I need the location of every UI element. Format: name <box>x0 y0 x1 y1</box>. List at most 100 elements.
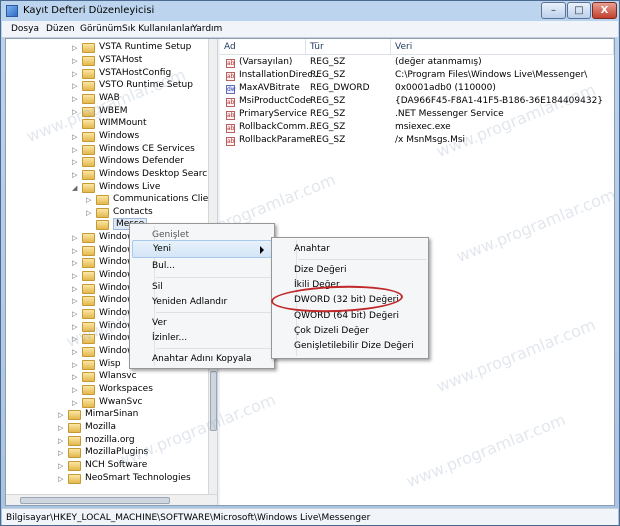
string-value-icon: ab <box>226 124 235 133</box>
regedit-window: Kayıt Defteri Düzenleyicisi – □ X Dosya … <box>0 0 620 526</box>
expand-icon[interactable]: ▷ <box>72 57 77 65</box>
submenu-item-key[interactable]: Anahtar <box>272 241 428 257</box>
menu-dosya[interactable]: Dosya <box>11 24 39 34</box>
expand-icon[interactable]: ▷ <box>72 158 77 166</box>
folder-icon <box>82 372 95 382</box>
folder-icon <box>68 474 81 484</box>
folder-icon <box>82 258 95 268</box>
expand-icon[interactable]: ▷ <box>72 171 77 179</box>
dword-value-icon: dw <box>226 85 236 94</box>
folder-icon <box>82 132 95 142</box>
menu-item-new[interactable]: Yeni <box>132 240 272 258</box>
folder-icon <box>96 220 109 230</box>
expand-icon[interactable]: ▷ <box>72 310 77 318</box>
folder-icon <box>68 410 81 420</box>
expand-icon[interactable]: ▷ <box>72 247 77 255</box>
menu-separator <box>156 348 272 349</box>
folder-icon <box>82 296 95 306</box>
expand-icon[interactable]: ▷ <box>86 209 91 217</box>
expand-icon[interactable]: ▷ <box>72 82 77 90</box>
folder-icon <box>68 423 81 433</box>
menu-item-permissions[interactable]: İzinler... <box>130 329 274 347</box>
expand-icon[interactable]: ▷ <box>58 475 63 483</box>
menu-gorunum[interactable]: Görünüm <box>80 24 122 34</box>
folder-icon <box>82 157 95 167</box>
folder-icon <box>96 195 109 205</box>
regedit-app-icon <box>6 5 18 17</box>
folder-icon <box>82 271 95 281</box>
expand-icon[interactable]: ▷ <box>72 259 77 267</box>
expand-icon[interactable]: ▷ <box>86 196 91 204</box>
expand-icon[interactable]: ▷ <box>72 272 77 280</box>
folder-icon <box>68 461 81 471</box>
expand-icon[interactable]: ▷ <box>58 437 63 445</box>
string-value-icon: ab <box>226 98 235 107</box>
folder-icon <box>82 246 95 256</box>
folder-icon <box>82 347 95 357</box>
expand-icon[interactable]: ▷ <box>72 70 77 78</box>
maximize-button[interactable]: □ <box>567 2 591 19</box>
expand-icon[interactable]: ▷ <box>58 424 63 432</box>
submenu-item-string-value[interactable]: Dize Değeri <box>272 262 428 278</box>
expand-icon[interactable]: ▷ <box>72 361 77 369</box>
folder-icon <box>82 43 95 53</box>
string-value-icon: ab <box>226 111 235 120</box>
menu-sik-kullanilanlar[interactable]: Sık Kullanılanlar <box>122 24 194 34</box>
expand-icon[interactable]: ▷ <box>72 297 77 305</box>
expand-icon[interactable]: ▷ <box>58 449 63 457</box>
folder-icon <box>82 233 95 243</box>
value-row[interactable]: ab (Varsayılan) REG_SZ (değer atanmamış) <box>220 57 614 69</box>
expand-icon[interactable]: ▷ <box>58 411 63 419</box>
string-value-icon: ab <box>226 59 235 68</box>
folder-open-icon <box>82 183 95 193</box>
expand-icon[interactable]: ▷ <box>72 146 77 154</box>
folder-icon <box>82 145 95 155</box>
folder-icon <box>82 360 95 370</box>
menu-item-rename[interactable]: Yeniden Adlandır <box>130 293 274 311</box>
expand-icon[interactable]: ▷ <box>72 373 77 381</box>
value-row[interactable]: ab RollbackParame... REG_SZ/x MsnMsgs.Msi <box>220 135 614 147</box>
folder-icon <box>82 170 95 180</box>
status-bar: Bilgisayar\HKEY_LOCAL_MACHINE\SOFTWARE\M… <box>2 508 618 525</box>
menu-item-find[interactable]: Bul... <box>130 257 274 275</box>
expand-icon[interactable]: ▷ <box>72 95 77 103</box>
submenu-item-multi-string-value[interactable]: Çok Dizeli Değer <box>272 323 428 339</box>
folder-icon <box>82 309 95 319</box>
window-title: Kayıt Defteri Düzenleyicisi <box>23 5 155 16</box>
menu-duzen[interactable]: Düzen <box>46 24 75 34</box>
expand-icon[interactable]: ▷ <box>72 133 77 141</box>
context-menu: Genişlet Yeni Bul... Sil Yeniden Adlandı… <box>129 223 275 369</box>
folder-icon <box>96 208 109 218</box>
expand-icon[interactable]: ▷ <box>72 386 77 394</box>
expand-icon[interactable]: ▷ <box>72 44 77 52</box>
expand-icon[interactable]: ▷ <box>72 399 77 407</box>
expand-icon[interactable]: ▷ <box>72 285 77 293</box>
column-header-data[interactable]: Veri <box>391 39 614 55</box>
expand-icon[interactable]: ▷ <box>72 234 77 242</box>
menu-item-copy-key-name[interactable]: Anahtar Adını Kopyala <box>130 350 274 368</box>
folder-icon <box>68 448 81 458</box>
tree-horizontal-scrollbar[interactable] <box>6 494 217 505</box>
collapse-icon[interactable]: ◢ <box>72 184 77 192</box>
folder-icon <box>82 56 95 66</box>
folder-icon <box>68 436 81 446</box>
folder-icon <box>82 284 95 294</box>
value-row[interactable]: ab InstallationDirec... REG_SZ C:\Program F… <box>220 70 614 82</box>
column-header-type[interactable]: Tür <box>306 39 391 55</box>
title-bar[interactable]: Kayıt Defteri Düzenleyicisi – □ X <box>1 1 619 21</box>
minimize-button[interactable]: – <box>541 2 566 19</box>
value-row[interactable]: ab RollbackComm... REG_SZ msiexec.exe <box>220 122 614 134</box>
expand-icon[interactable]: ▷ <box>58 462 63 470</box>
column-header-name[interactable]: Ad <box>220 39 306 55</box>
menu-bar: Dosya Düzen Görünüm Sık Kullanılanlar Ya… <box>2 21 618 38</box>
registry-path: Bilgisayar\HKEY_LOCAL_MACHINE\SOFTWARE\M… <box>6 513 371 523</box>
close-button[interactable]: X <box>592 2 617 19</box>
folder-icon <box>82 398 95 408</box>
menu-separator <box>156 312 272 313</box>
scrollbar-thumb[interactable] <box>20 497 170 504</box>
folder-icon <box>82 69 95 79</box>
menu-yardim[interactable]: Yardım <box>192 24 222 34</box>
submenu-item-expandable-string-value[interactable]: Genişletilebilir Dize Değeri <box>272 338 428 354</box>
folder-icon <box>82 385 95 395</box>
submenu-arrow-icon <box>260 246 264 254</box>
